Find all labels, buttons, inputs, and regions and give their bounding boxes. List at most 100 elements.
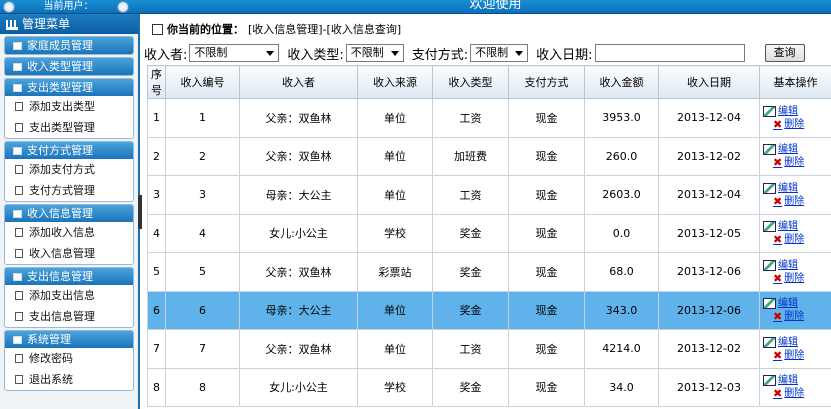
edit-label: 编辑 (778, 144, 798, 156)
document-icon (15, 186, 23, 195)
table-body: 1 1 父亲：双鱼林 单位 工资 现金 3953.0 2013-12-04 编辑 ✖ 删除 2 2 父亲：… (147, 98, 831, 407)
table-row[interactable]: 6 6 母亲：大公主 单位 奖金 现金 343.0 2013-12-06 编辑 ✖ 删除 (147, 290, 831, 330)
document-icon (15, 165, 23, 174)
table-row[interactable]: 2 2 父亲：双鱼林 单位 加班费 现金 260.0 2013-12-02 编辑 ✖ 删除 (147, 136, 831, 176)
cell-amount: 4214.0 (584, 329, 659, 369)
edit-link[interactable]: 编辑 (763, 297, 831, 310)
menu-group-label: 系统管理 (27, 333, 71, 346)
sidebar-item[interactable]: 收入信息管理 (5, 243, 133, 264)
delete-x-icon: ✖ (773, 348, 783, 362)
edit-icon (763, 182, 776, 194)
cell-type: 奖金 (432, 252, 509, 292)
cell-amount: 343.0 (584, 290, 659, 330)
cell-date: 2013-12-04 (658, 175, 760, 215)
cell-receiver: 女儿:小公主 (239, 213, 358, 253)
table-row[interactable]: 7 7 父亲：双鱼林 单位 工资 现金 4214.0 2013-12-02 编辑 ✖ 删除 (147, 329, 831, 369)
income-type-select[interactable]: 不限制 (345, 44, 404, 62)
delete-link[interactable]: ✖ 删除 (763, 310, 831, 323)
edit-link[interactable]: 编辑 (763, 143, 831, 156)
delete-link[interactable]: ✖ 删除 (763, 233, 831, 246)
menu-group-header[interactable]: 支付方式管理 (5, 142, 133, 159)
delete-x-icon: ✖ (773, 233, 783, 247)
cell-receiver: 女儿:小公主 (239, 367, 358, 407)
menu-group-label: 支出信息管理 (27, 270, 93, 283)
sidebar-item[interactable]: 修改密码 (5, 348, 133, 369)
table-row[interactable]: 3 3 母亲：大公主 单位 工资 现金 2603.0 2013-12-04 编辑 ✖ 删除 (147, 175, 831, 215)
group-square-icon (13, 62, 22, 71)
column-header: 收入来源 (357, 65, 433, 99)
table-row[interactable]: 5 5 父亲：双鱼林 彩票站 奖金 现金 68.0 2013-12-06 编辑 ✖ 删除 (147, 252, 831, 292)
table-row[interactable]: 8 8 女儿:小公主 学校 奖金 现金 34.0 2013-12-03 编辑 ✖ 删除 (147, 367, 831, 407)
income-table: 序号 收入编号 收入者 收入来源 收入类型 支付方式 收入金额 收入日期 基本操作 1 1 父亲：双… (147, 65, 831, 407)
delete-link[interactable]: ✖ 删除 (763, 272, 831, 285)
sidebar-item[interactable]: 添加支出类型 (5, 96, 133, 117)
sidebar-item[interactable]: 支出类型管理 (5, 117, 133, 138)
income-date-input[interactable] (594, 44, 745, 62)
sidebar-item-label: 支付方式管理 (29, 184, 95, 197)
table-header-row: 序号 收入编号 收入者 收入来源 收入类型 支付方式 收入金额 收入日期 基本操作 (147, 65, 831, 99)
query-button[interactable]: 查询 (764, 44, 805, 62)
menu-group-header[interactable]: 家庭成员管理 (5, 37, 133, 54)
delete-label: 删除 (784, 157, 805, 169)
sidebar-item-label: 添加支出信息 (29, 289, 95, 302)
menu-group-header[interactable]: 系统管理 (5, 331, 133, 348)
sidebar-item[interactable]: 添加支付方式 (5, 159, 133, 180)
table-row[interactable]: 4 4 女儿:小公主 学校 奖金 现金 0.0 2013-12-05 编辑 ✖ 删除 (147, 213, 831, 253)
table-row[interactable]: 1 1 父亲：双鱼林 单位 工资 现金 3953.0 2013-12-04 编辑 ✖ 删除 (147, 98, 831, 138)
edit-label: 编辑 (778, 221, 798, 233)
edit-link[interactable]: 编辑 (763, 105, 831, 118)
cell-type: 奖金 (432, 367, 509, 407)
menu-group-header[interactable]: 支出类型管理 (5, 79, 133, 96)
menu-group: 系统管理修改密码 退出系统 (4, 330, 134, 391)
delete-x-icon: ✖ (773, 194, 783, 208)
delete-link[interactable]: ✖ 删除 (763, 349, 831, 362)
delete-link[interactable]: ✖ 删除 (763, 118, 831, 131)
menu-grid-icon (6, 19, 18, 30)
pay-method-select[interactable]: 不限制 (470, 44, 529, 62)
cell-seq: 3 (147, 175, 166, 215)
cell-type: 工资 (432, 98, 509, 138)
edit-icon (763, 105, 776, 117)
menu-group: 收入信息管理 添加收入信息 收入信息管理 (4, 204, 134, 265)
delete-link[interactable]: ✖ 删除 (763, 195, 831, 208)
menu-group-label: 支出类型管理 (27, 81, 93, 94)
sidebar-item-label: 支出信息管理 (29, 310, 95, 323)
edit-link[interactable]: 编辑 (763, 182, 831, 195)
receiver-select[interactable]: 不限制 (189, 44, 280, 62)
menu-group-label: 收入类型管理 (27, 60, 93, 73)
cell-ops: 编辑 ✖ 删除 (759, 367, 831, 407)
delete-label: 删除 (784, 272, 805, 284)
delete-link[interactable]: ✖ 删除 (763, 156, 831, 169)
delete-x-icon: ✖ (773, 310, 783, 324)
cell-type: 工资 (432, 175, 509, 215)
cell-date: 2013-12-04 (658, 98, 760, 138)
sidebar-item[interactable]: 添加收入信息 (5, 222, 133, 243)
column-header: 支付方式 (508, 65, 585, 99)
cell-date: 2013-12-05 (658, 213, 760, 253)
menu-group-header[interactable]: 收入类型管理 (5, 58, 133, 75)
cell-id: 8 (165, 367, 240, 407)
edit-link[interactable]: 编辑 (763, 336, 831, 349)
edit-link[interactable]: 编辑 (763, 220, 831, 233)
cell-ops: 编辑 ✖ 删除 (759, 290, 831, 330)
document-icon (15, 228, 23, 237)
edit-link[interactable]: 编辑 (763, 374, 831, 387)
cell-receiver: 父亲：双鱼林 (239, 252, 358, 292)
menu-group-header[interactable]: 支出信息管理 (5, 268, 133, 285)
sidebar-item[interactable]: 支付方式管理 (5, 180, 133, 201)
income-type-select-value: 不限制 (350, 46, 384, 59)
document-icon (15, 123, 23, 132)
menu-group-header[interactable]: 收入信息管理 (5, 205, 133, 222)
knob-right-icon (117, 1, 129, 13)
sidebar-item[interactable]: 退出系统 (5, 369, 133, 390)
cell-date: 2013-12-03 (658, 367, 760, 407)
income-date-label: 收入日期: (536, 47, 593, 63)
cell-source: 单位 (357, 329, 433, 369)
sidebar-item[interactable]: 支出信息管理 (5, 306, 133, 327)
delete-link[interactable]: ✖ 删除 (763, 387, 831, 400)
sidebar-item[interactable]: 添加支出信息 (5, 285, 133, 306)
column-header: 收入日期 (658, 65, 760, 99)
cell-source: 学校 (357, 213, 433, 253)
cell-receiver: 父亲：双鱼林 (239, 329, 358, 369)
edit-link[interactable]: 编辑 (763, 259, 831, 272)
